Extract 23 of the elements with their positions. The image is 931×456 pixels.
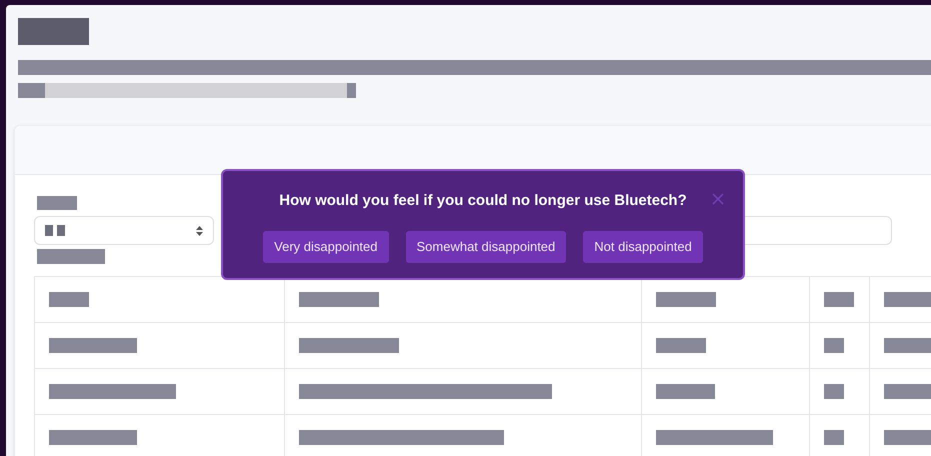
redacted-text bbox=[45, 225, 53, 236]
redacted-text bbox=[656, 338, 706, 353]
redacted-text bbox=[824, 292, 854, 307]
answer-button[interactable]: Somewhat disappointed bbox=[406, 231, 566, 263]
redacted-text bbox=[884, 384, 931, 399]
redacted-text bbox=[824, 430, 844, 445]
redacted-text bbox=[656, 292, 716, 307]
redacted-text bbox=[884, 338, 931, 353]
redacted-text bbox=[824, 384, 844, 399]
redacted-text bbox=[37, 196, 77, 210]
redacted-text bbox=[18, 18, 89, 45]
select-field[interactable] bbox=[34, 216, 214, 245]
answer-button[interactable]: Not disappointed bbox=[583, 231, 703, 263]
redacted-text bbox=[49, 292, 89, 307]
redacted-text bbox=[884, 430, 931, 445]
answer-button[interactable]: Very disappointed bbox=[263, 231, 388, 263]
sort-arrows-icon bbox=[196, 226, 203, 236]
redacted-text bbox=[824, 338, 844, 353]
redacted-text bbox=[656, 384, 715, 399]
redacted-text bbox=[57, 225, 65, 236]
redacted-text bbox=[37, 249, 105, 264]
redacted-text bbox=[884, 292, 931, 307]
survey-question: How would you feel if you could no longer use Bluetech? bbox=[279, 191, 687, 211]
